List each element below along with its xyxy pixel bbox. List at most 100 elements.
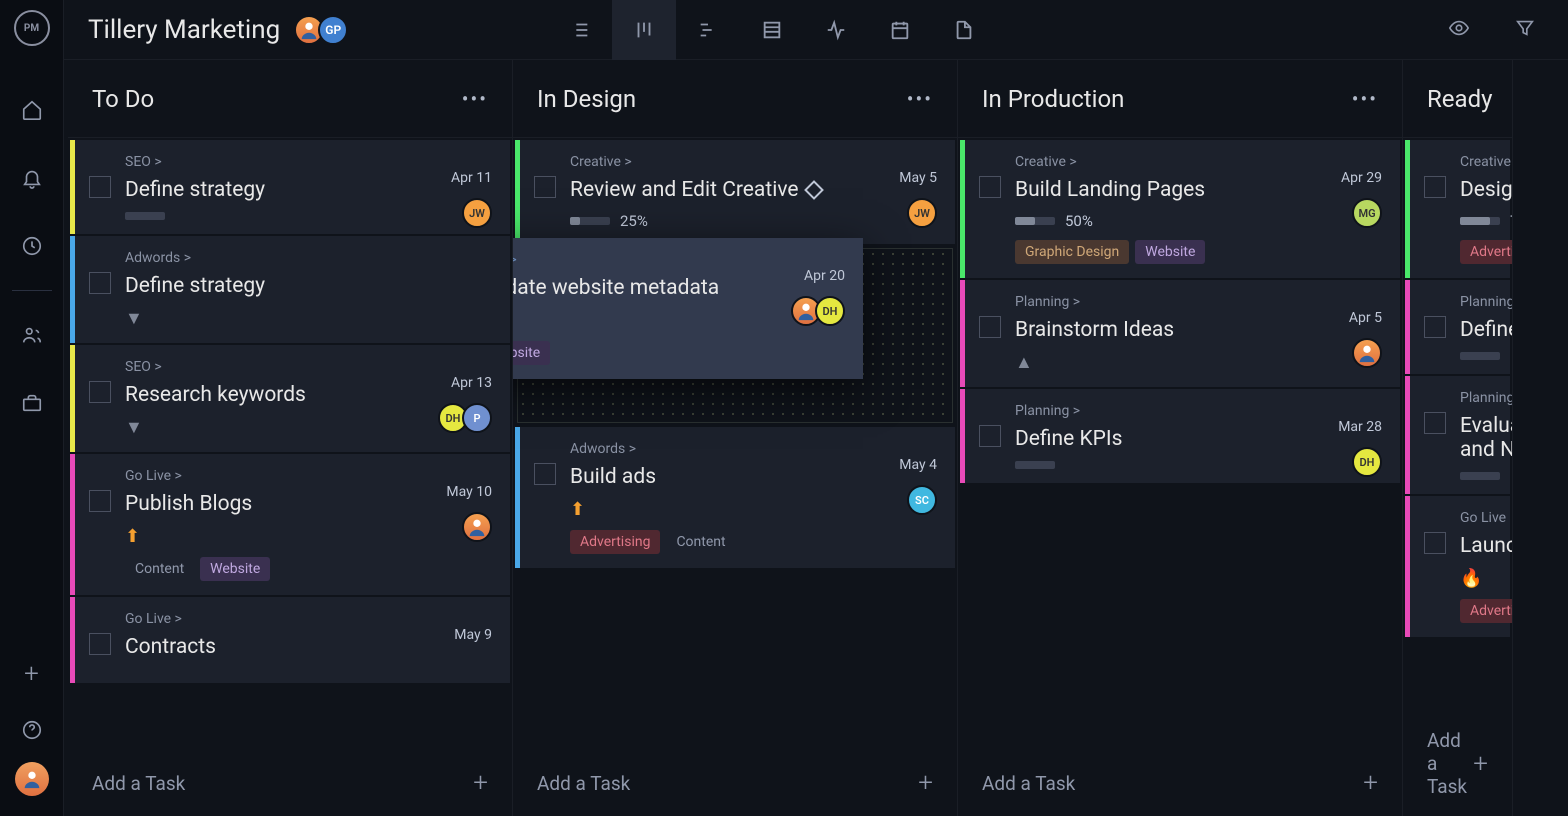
task-checkbox[interactable] [89,176,111,198]
task-meta: 🔥 [1460,568,1512,589]
column: In Design ••• Creative > Review and Edit… [513,60,958,816]
tag[interactable]: Content [125,557,194,581]
assignee-avatar[interactable]: P [462,403,492,433]
files-view-tab[interactable] [932,0,996,60]
clock-icon[interactable] [20,234,44,258]
task-category[interactable]: Planning > [1015,294,1382,310]
task-meta: ▼ [125,308,492,329]
task-card[interactable]: Planning Evaluate and N [1405,376,1510,494]
filter-icon[interactable] [1506,9,1544,51]
list-view-tab[interactable] [548,0,612,60]
task-card[interactable]: Adwords > Define strategy ▼ [70,236,510,343]
tag[interactable]: Website [1135,240,1205,264]
task-checkbox[interactable] [89,272,111,294]
task-checkbox[interactable] [1424,532,1446,554]
bell-icon[interactable] [20,166,44,190]
column-menu-icon[interactable]: ••• [462,87,488,111]
user-avatar[interactable] [15,762,49,796]
tag[interactable]: Graphic Design [1015,240,1129,264]
task-checkbox[interactable] [979,425,1001,447]
task-card[interactable]: Creative > Build Landing Pages 50% Graph… [960,140,1400,278]
task-category[interactable]: Planning [1460,294,1512,310]
assignee-avatar[interactable]: DH [1352,447,1382,477]
column-body[interactable]: SEO > Define strategy Apr 11 JW Adwords … [68,138,512,750]
task-card[interactable]: SEO > Research keywords ▼ Apr 13 DHP [70,345,510,452]
tag[interactable]: Website [513,341,550,365]
task-category[interactable]: Creative > [570,154,937,170]
assignee-avatar[interactable]: MG [1352,198,1382,228]
column-body[interactable]: Creative > Review and Edit Creative 25% … [513,138,957,750]
visibility-icon[interactable] [1440,9,1478,51]
task-card[interactable]: Go Live > Publish Blogs ⬆ ContentWebsite… [70,454,510,595]
table-view-tab[interactable] [740,0,804,60]
assignee-avatar[interactable]: SC [907,485,937,515]
task-checkbox[interactable] [89,490,111,512]
task-card[interactable]: Go Live Launch 🔥 Advertis [1405,496,1510,637]
task-category[interactable]: Planning > [1015,403,1382,419]
task-card[interactable]: SEO > Define strategy Apr 11 JW [70,140,510,234]
calendar-view-tab[interactable] [868,0,932,60]
tag[interactable]: Advertising [570,530,660,554]
column-menu-icon[interactable]: ••• [907,87,933,111]
task-card[interactable]: Planning > Brainstorm Ideas ▲ Apr 5 [960,280,1400,387]
tag[interactable]: Content [666,530,735,554]
task-card[interactable]: Adwords > Build ads ⬆ AdvertisingContent… [515,427,955,568]
task-assignees [468,512,492,542]
assignee-avatar[interactable]: JW [907,198,937,228]
task-category[interactable]: Go Live > [125,611,492,627]
tag[interactable]: Advertis [1460,599,1512,623]
assignee-avatar[interactable]: JW [462,198,492,228]
help-icon[interactable] [20,718,44,742]
task-assignees: JW [913,198,937,228]
task-category[interactable]: SEO > [125,154,492,170]
task-checkbox[interactable] [89,381,111,403]
task-card[interactable]: Planning Define [1405,280,1510,374]
task-category[interactable]: Planning [1460,390,1512,406]
home-icon[interactable] [20,98,44,122]
add-task-button[interactable]: Add a Task + [68,750,512,816]
task-checkbox[interactable] [89,633,111,655]
column-header: Ready [1403,60,1512,138]
task-category[interactable]: Go Live > [125,468,492,484]
member-avatar[interactable]: GP [318,15,348,45]
add-task-button[interactable]: Add a Task + [513,750,957,816]
task-category[interactable]: Creative [1460,154,1512,170]
project-members[interactable]: GP [300,15,348,45]
task-checkbox[interactable] [534,176,556,198]
activity-view-tab[interactable] [804,0,868,60]
task-checkbox[interactable] [979,316,1001,338]
task-checkbox[interactable] [1424,412,1446,434]
add-task-button[interactable]: Add a Task + [958,750,1402,816]
gantt-view-tab[interactable] [676,0,740,60]
task-checkbox[interactable] [534,463,556,485]
people-icon[interactable] [20,323,44,347]
tag[interactable]: Advertis [1460,240,1512,264]
briefcase-icon[interactable] [20,391,44,415]
assignee-avatar[interactable] [1352,338,1382,368]
task-card[interactable]: Creative > Review and Edit Creative 25% … [515,140,955,244]
task-category[interactable]: Go Live [1460,510,1512,526]
assignee-avatar[interactable]: DH [815,296,845,326]
task-card[interactable]: Creative Design 75% Advertis [1405,140,1510,278]
add-task-button[interactable]: Add a Task + [1403,711,1512,816]
column-body[interactable]: Creative Design 75% Advertis Planning De… [1403,138,1512,711]
column-title: In Production [982,85,1124,113]
task-category[interactable]: Adwords > [570,441,937,457]
task-checkbox[interactable] [1424,316,1446,338]
dragging-card[interactable]: SEO > Update website metadata ⬇ Website … [513,238,863,379]
tag[interactable]: Website [200,557,270,581]
task-category[interactable]: Creative > [1015,154,1382,170]
task-category[interactable]: SEO > [513,252,845,268]
add-project-icon[interactable]: + [20,662,44,686]
task-checkbox[interactable] [1424,176,1446,198]
board-view-tab[interactable] [612,0,676,60]
task-card[interactable]: Planning > Define KPIs Mar 28 DH [960,389,1400,483]
task-checkbox[interactable] [979,176,1001,198]
task-card[interactable]: Go Live > Contracts May 9 [70,597,510,683]
assignee-avatar[interactable] [462,512,492,542]
column-body[interactable]: Creative > Build Landing Pages 50% Graph… [958,138,1402,750]
column-menu-icon[interactable]: ••• [1352,87,1378,111]
app-logo[interactable]: PM [14,10,50,46]
task-category[interactable]: Adwords > [125,250,492,266]
task-category[interactable]: SEO > [125,359,492,375]
